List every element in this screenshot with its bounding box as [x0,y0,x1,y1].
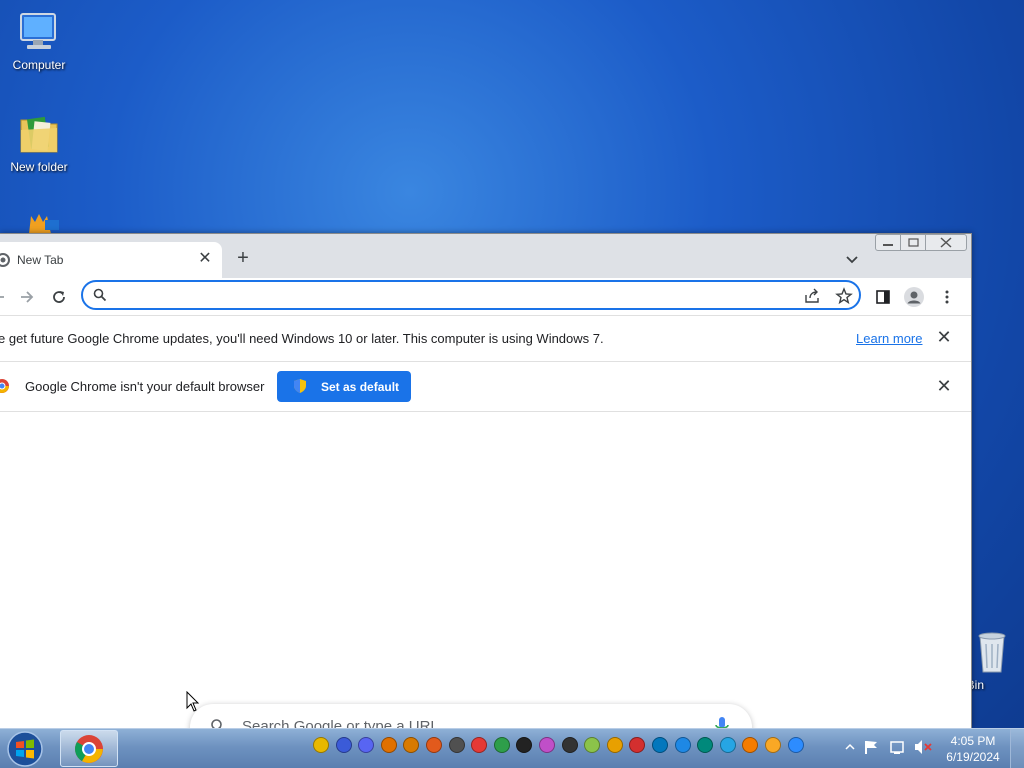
tray-app-icon[interactable] [787,737,804,753]
taskbar: 4:05 PM 6/19/2024 [0,728,1024,768]
profile-avatar-icon[interactable] [904,287,924,307]
tray-app-icon[interactable] [358,737,375,753]
minimize-button[interactable] [875,234,901,251]
address-bar[interactable] [81,280,861,310]
tab-close-icon[interactable]: ✕ [196,250,214,268]
tray-app-icon[interactable] [629,737,646,753]
recycle-bin-icon [968,628,1016,676]
side-panel-icon[interactable] [874,288,892,306]
app-icon [15,210,63,234]
tray-app-icon[interactable] [403,737,420,753]
start-button[interactable] [6,730,46,768]
tray-app-icon[interactable] [561,737,578,753]
tray-app-icon[interactable] [765,737,781,753]
system-tray [843,737,933,762]
tray-app-icon[interactable] [539,737,555,753]
new-tab-button[interactable]: + [232,248,254,270]
desktop-icon-label: New folder [10,160,68,174]
tray-app-icon[interactable] [471,737,488,753]
reload-icon[interactable] [50,288,68,306]
toolbar [0,278,971,316]
share-icon[interactable] [803,287,821,310]
tray-app-icon[interactable] [652,737,668,753]
new-tab-page: Search Google or type a URL [0,412,971,750]
tray-app-icon[interactable] [448,737,465,753]
forward-arrow-icon[interactable] [18,288,36,306]
tab-strip: New Tab ✕ + [0,234,971,278]
computer-icon [15,8,63,56]
tray-app-icon[interactable] [674,737,691,753]
tray-app-icon[interactable] [426,737,442,753]
tab-new-tab[interactable]: New Tab ✕ [0,242,222,278]
tab-title: New Tab [17,253,64,267]
search-icon [93,288,107,307]
kebab-menu-icon[interactable] [938,288,956,306]
clock-date: 6/19/2024 [946,750,1000,764]
default-browser-message: Google Chrome isn't your default browser [25,379,265,394]
default-browser-infobar: Google Chrome isn't your default browser… [0,362,971,412]
system-clock[interactable]: 4:05 PM 6/19/2024 [940,733,1006,765]
tray-app-icon[interactable] [493,737,510,753]
desktop-icon-partial[interactable] [0,210,78,234]
bookmark-star-icon[interactable] [835,287,853,310]
maximize-button[interactable] [900,234,926,251]
desktop-icon-computer[interactable]: Computer [0,8,78,72]
chrome-logo-icon [0,378,10,397]
tray-app-icon[interactable] [335,737,352,753]
tray-app-icon[interactable] [584,737,601,753]
tray-app-icon[interactable] [697,737,714,753]
folder-icon [15,110,63,158]
back-arrow-icon[interactable] [0,288,14,306]
set-as-default-label: Set as default [321,380,400,394]
update-message: e get future Google Chrome updates, you'… [0,331,604,346]
desktop-icon-new-folder[interactable]: New folder [0,110,78,174]
tray-app-icon[interactable] [516,737,533,753]
set-as-default-button[interactable]: Set as default [277,371,411,402]
close-icon[interactable]: ✕ [935,377,953,395]
tray-app-icon[interactable] [313,737,329,753]
tray-app-icon[interactable] [606,737,623,753]
tray-app-icon[interactable] [380,737,397,753]
window-close-button[interactable] [925,234,967,251]
tray-app-icon[interactable] [719,737,736,753]
tab-search-chevron-down-icon[interactable] [843,250,861,268]
show-desktop-button[interactable] [1010,729,1024,768]
mouse-cursor-icon [186,690,200,718]
chrome-favicon-icon [0,253,10,272]
learn-more-link[interactable]: Learn more [856,331,922,346]
tray-app-icon[interactable] [742,737,759,753]
chrome-window: New Tab ✕ + e get future Google Chrome u… [0,233,972,750]
close-icon[interactable]: ✕ [935,328,953,346]
clock-time: 4:05 PM [950,734,996,748]
update-infobar: e get future Google Chrome updates, you'… [0,316,971,362]
desktop-icon-label: Computer [12,58,66,72]
taskbar-chrome-button[interactable] [60,730,118,767]
chrome-logo-icon [75,735,103,763]
uac-shield-icon [293,378,307,397]
